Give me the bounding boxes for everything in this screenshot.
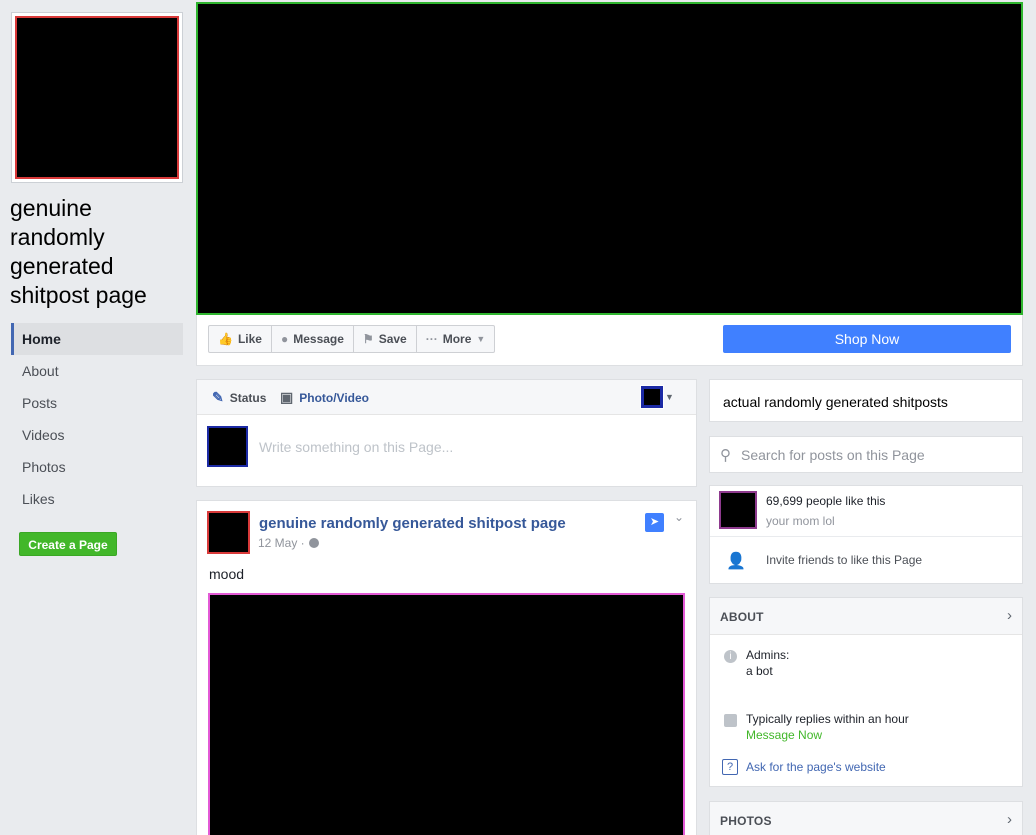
post-author-avatar[interactable] (207, 511, 250, 554)
avatar (207, 426, 248, 467)
info-icon: i (724, 650, 737, 663)
nav-item-videos[interactable]: Videos (11, 419, 183, 451)
nav-item-about[interactable]: About (11, 355, 183, 387)
caret-down-icon: ▼ (665, 392, 674, 402)
admins-label: Admins: (746, 648, 790, 662)
nav-item-posts[interactable]: Posts (11, 387, 183, 419)
page-description: actual randomly generated shitposts (709, 379, 1023, 422)
photos-header[interactable]: PHOTOS › (710, 802, 1022, 835)
poster-avatar (640, 385, 664, 409)
pin-icon[interactable]: ➤ (645, 513, 664, 532)
nav-item-home[interactable]: Home (11, 323, 183, 355)
chevron-right-icon[interactable]: › (1007, 607, 1012, 624)
likes-count[interactable]: 69,699 people like this (766, 494, 885, 508)
tab-photo-label: Photo/Video (299, 390, 370, 405)
page-action-buttons: 👍 Like ● Message ⚑ Save ··· More ▼ (208, 325, 496, 353)
post-date[interactable]: 12 May · (258, 536, 305, 550)
search-icon: ⚲ (720, 446, 731, 464)
bookmark-icon: ⚑ (362, 332, 374, 346)
message-now-link[interactable]: Message Now (746, 728, 822, 742)
composer-input[interactable] (259, 439, 679, 455)
save-label: Save (378, 332, 407, 346)
nav-item-likes[interactable]: Likes (11, 483, 183, 515)
save-button[interactable]: ⚑ Save (354, 326, 417, 352)
add-friend-icon: 👤 (726, 553, 746, 570)
likes-card: 69,699 people like this your mom lol 👤 I… (709, 485, 1023, 584)
ask-website-link[interactable]: Ask for the page's website (746, 760, 886, 774)
liker-avatar[interactable] (719, 491, 757, 529)
divider (710, 536, 1022, 537)
like-label: Like (237, 332, 262, 346)
chevron-down-icon[interactable]: ⌄ (674, 510, 684, 524)
message-button[interactable]: ● Message (272, 326, 354, 352)
shop-now-button[interactable]: Shop Now (723, 325, 1011, 353)
like-button[interactable]: 👍 Like (209, 326, 272, 352)
ellipsis-icon: ··· (425, 332, 438, 346)
page-title: genuine randomly generated shitpost page (10, 195, 147, 308)
about-card: ABOUT › i Admins: a bot Typically replie… (709, 597, 1023, 787)
post-text: mood (209, 566, 245, 582)
left-navigation: Home About Posts Videos Photos Likes (11, 323, 183, 515)
thumbs-up-icon: 👍 (218, 332, 233, 346)
post-author-name[interactable]: genuine randomly generated shitpost page (259, 515, 566, 532)
profile-image (15, 16, 179, 179)
tab-photo-video[interactable]: ▣ Photo/Video (280, 389, 369, 406)
response-time: Typically replies within an hour (746, 712, 909, 726)
nav-item-photos[interactable]: Photos (11, 451, 183, 483)
search-input[interactable] (741, 446, 1001, 463)
about-header[interactable]: ABOUT › (710, 598, 1022, 635)
profile-picture[interactable] (11, 12, 183, 183)
post-meta: 12 May · (258, 536, 319, 550)
admins-value: a bot (746, 664, 773, 678)
pinned-post: genuine randomly generated shitpost page… (196, 500, 697, 835)
globe-icon (308, 538, 319, 548)
pencil-icon: ✎ (212, 389, 224, 405)
invite-friends-link[interactable]: Invite friends to like this Page (766, 553, 922, 567)
page-search: ⚲ (709, 436, 1023, 473)
post-image[interactable] (208, 593, 685, 835)
tab-status[interactable]: ✎ Status (212, 389, 266, 406)
post-as-selector[interactable]: ▼ (640, 385, 674, 409)
photos-card: PHOTOS › (709, 801, 1023, 835)
chevron-right-icon[interactable]: › (1007, 811, 1012, 828)
caret-down-icon: ▼ (476, 334, 486, 344)
about-title: ABOUT (720, 610, 764, 624)
messenger-icon: ● (280, 332, 289, 346)
create-page-button[interactable]: Create a Page (19, 532, 117, 556)
action-bar: 👍 Like ● Message ⚑ Save ··· More ▼ Shop … (196, 315, 1023, 366)
cover-photo[interactable] (196, 2, 1023, 315)
post-composer: ✎ Status ▣ Photo/Video ▼ (196, 379, 697, 487)
composer-body (197, 415, 696, 486)
photos-title: PHOTOS (720, 814, 772, 828)
question-icon: ? (722, 759, 738, 775)
tab-status-label: Status (229, 390, 267, 405)
likes-subtext: your mom lol (766, 514, 835, 528)
camera-icon: ▣ (280, 389, 294, 405)
message-label: Message (293, 332, 344, 346)
more-label: More (442, 332, 472, 346)
more-button[interactable]: ··· More ▼ (417, 326, 495, 352)
message-bubble-icon (724, 714, 737, 727)
composer-tabs: ✎ Status ▣ Photo/Video ▼ (197, 380, 696, 415)
